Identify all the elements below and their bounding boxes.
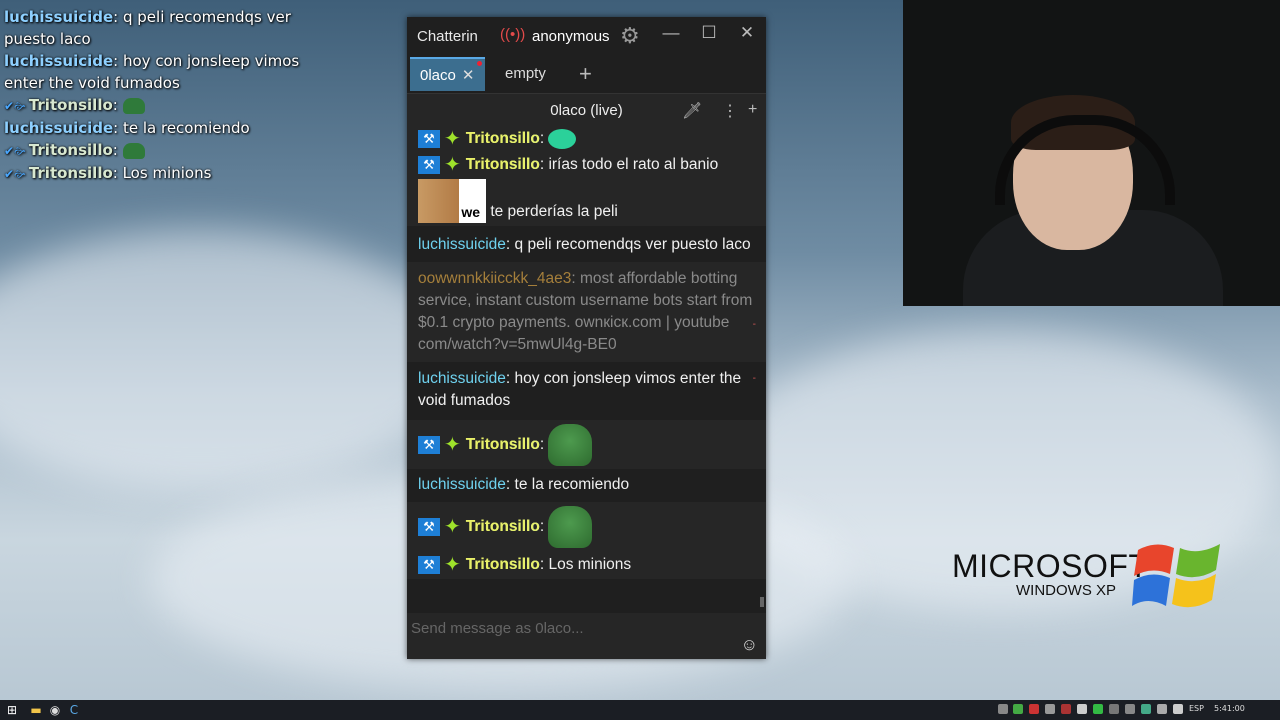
- start-button-icon[interactable]: ⊞: [5, 703, 19, 717]
- chat-message: ⚒ ✦ Tritonsillo:: [407, 128, 766, 151]
- chat-message: luchissuicide: q peli recomendqs ver pue…: [418, 236, 751, 254]
- channel-title[interactable]: 0laco (live): [407, 102, 766, 119]
- channel-header: 0laco (live) 🗡 ⋮ +: [407, 93, 766, 128]
- more-options-icon[interactable]: ⋮: [722, 101, 738, 121]
- system-clock[interactable]: 5:41:00: [1214, 704, 1245, 713]
- mention-marker: -: [752, 319, 756, 331]
- pepe-emote-icon: [548, 506, 593, 549]
- overlay-line: luchissuicide: hoy con jonsleep vimos en…: [4, 52, 300, 92]
- chat-message: oowwnnkkiicckk_4ae3: most affordable bot…: [407, 262, 766, 363]
- star-badge-icon: ✦: [444, 434, 461, 457]
- star-badge-icon: ✦: [444, 154, 461, 176]
- language-indicator[interactable]: ESP: [1189, 704, 1204, 713]
- chat-message: luchissuicide: hoy con jonsleep vimos en…: [418, 370, 756, 410]
- tray-icon[interactable]: [1141, 704, 1151, 714]
- tab-empty[interactable]: empty: [505, 57, 546, 91]
- cat-emote-icon: we: [418, 179, 486, 224]
- tray-icon[interactable]: [1109, 704, 1119, 714]
- live-stream-icon[interactable]: ((•)): [500, 26, 525, 43]
- moderator-badge-icon: ⚒: [418, 556, 440, 575]
- steam-icon[interactable]: ◉: [48, 703, 62, 717]
- pepe-emote-icon: [548, 424, 593, 467]
- windows-xp-logo: MICROSOFT WINDOWS XP: [952, 544, 1242, 628]
- chat-message: luchissuicide: te la recomiendo: [418, 476, 630, 494]
- moderator-badge-icon: ⚒: [418, 518, 440, 537]
- pepe-emote-icon: [122, 97, 145, 114]
- overlay-line: luchissuicide: q peli recomendqs ver pue…: [4, 8, 291, 48]
- tray-icon[interactable]: [1125, 704, 1135, 714]
- tab-bar: 0laco ✕ empty +: [407, 55, 766, 93]
- account-switcher[interactable]: anonymous: [532, 28, 610, 45]
- chat-message: ⚒ ✦ Tritonsillo:: [407, 502, 766, 552]
- chat-message: ⚒ ✦ Tritonsillo: irías todo el rato al ban…: [407, 151, 766, 180]
- star-badge-icon: ✦: [444, 516, 461, 539]
- overlay-line: ✔🙚 Tritonsillo:: [0, 139, 330, 162]
- add-split-icon[interactable]: +: [748, 101, 757, 119]
- chatterino-window: Chatterin ((•)) anonymous ⚙ — ☐ ✕ 0laco ✕…: [407, 17, 766, 659]
- tray-icon[interactable]: [1013, 704, 1023, 714]
- gear-icon[interactable]: ⚙: [620, 23, 640, 49]
- chat-message: ⚒ ✦ Tritonsillo:: [407, 420, 766, 470]
- tray-icon[interactable]: [1029, 704, 1039, 714]
- message-input-area[interactable]: Send message as 0laco... ☺: [407, 613, 766, 659]
- overlay-line: ✔🙚 Tritonsillo:: [0, 94, 330, 117]
- star-badge-icon: ✦: [444, 554, 461, 577]
- moderation-sword-icon[interactable]: 🗡: [682, 101, 702, 121]
- scrollbar[interactable]: [760, 597, 764, 607]
- tray-icon[interactable]: [1157, 704, 1167, 714]
- chatterino-taskbar-icon[interactable]: C: [67, 703, 81, 717]
- add-tab-icon[interactable]: +: [579, 57, 592, 91]
- mod-badge-icon: ✔🙚: [4, 144, 26, 158]
- mention-marker: -: [752, 373, 756, 385]
- tab-0laco[interactable]: 0laco ✕: [410, 57, 485, 91]
- app-title: Chatterin: [417, 28, 478, 45]
- moderator-badge-icon: ⚒: [418, 156, 440, 174]
- maximize-icon[interactable]: ☐: [697, 23, 721, 43]
- close-icon[interactable]: ✕: [735, 23, 759, 43]
- cloud: [0, 230, 460, 490]
- minimize-icon[interactable]: —: [659, 23, 683, 43]
- chat-message: ⚒ ✦ Tritonsillo: Los minions: [407, 551, 766, 580]
- tray-icon[interactable]: [1077, 704, 1087, 714]
- mod-badge-icon: ✔🙚: [4, 99, 26, 113]
- emoji-picker-icon[interactable]: ☺: [741, 635, 758, 655]
- tray-icon[interactable]: [1045, 704, 1055, 714]
- tray-icon[interactable]: [1061, 704, 1071, 714]
- title-bar[interactable]: Chatterin ((•)) anonymous ⚙ — ☐ ✕: [407, 17, 766, 55]
- taskbar: ⊞ ▬ ◉ C ESP 5:41:00: [0, 700, 1280, 720]
- tray-icon[interactable]: [998, 704, 1008, 714]
- tray-icon[interactable]: [1093, 704, 1103, 714]
- overlay-line: luchissuicide: te la recomiendo: [4, 119, 250, 137]
- volume-icon[interactable]: [1173, 704, 1183, 714]
- webcam-feed: [903, 0, 1280, 306]
- overlay-line: ✔🙚 Tritonsillo: Los minions: [0, 162, 330, 185]
- pepe-emote-icon: [122, 142, 145, 159]
- moderator-badge-icon: ⚒: [418, 130, 440, 148]
- close-tab-icon[interactable]: ✕: [462, 67, 475, 84]
- stream-chat-overlay: luchissuicide: q peli recomendqs ver pue…: [0, 6, 330, 185]
- message-list[interactable]: ⚒ ✦ Tritonsillo: ⚒ ✦ Tritonsillo: irías todo…: [407, 128, 766, 614]
- gem-emote-icon: [548, 129, 577, 149]
- windows-flag-icon: [1132, 544, 1220, 608]
- chat-message: we te perderías la peli: [407, 179, 766, 227]
- message-input[interactable]: Send message as 0laco...: [411, 620, 584, 637]
- unread-indicator: [477, 61, 482, 66]
- star-badge-icon: ✦: [444, 128, 461, 150]
- moderator-badge-icon: ⚒: [418, 436, 440, 455]
- file-explorer-icon[interactable]: ▬: [29, 703, 43, 717]
- mod-badge-icon: ✔🙚: [4, 167, 26, 181]
